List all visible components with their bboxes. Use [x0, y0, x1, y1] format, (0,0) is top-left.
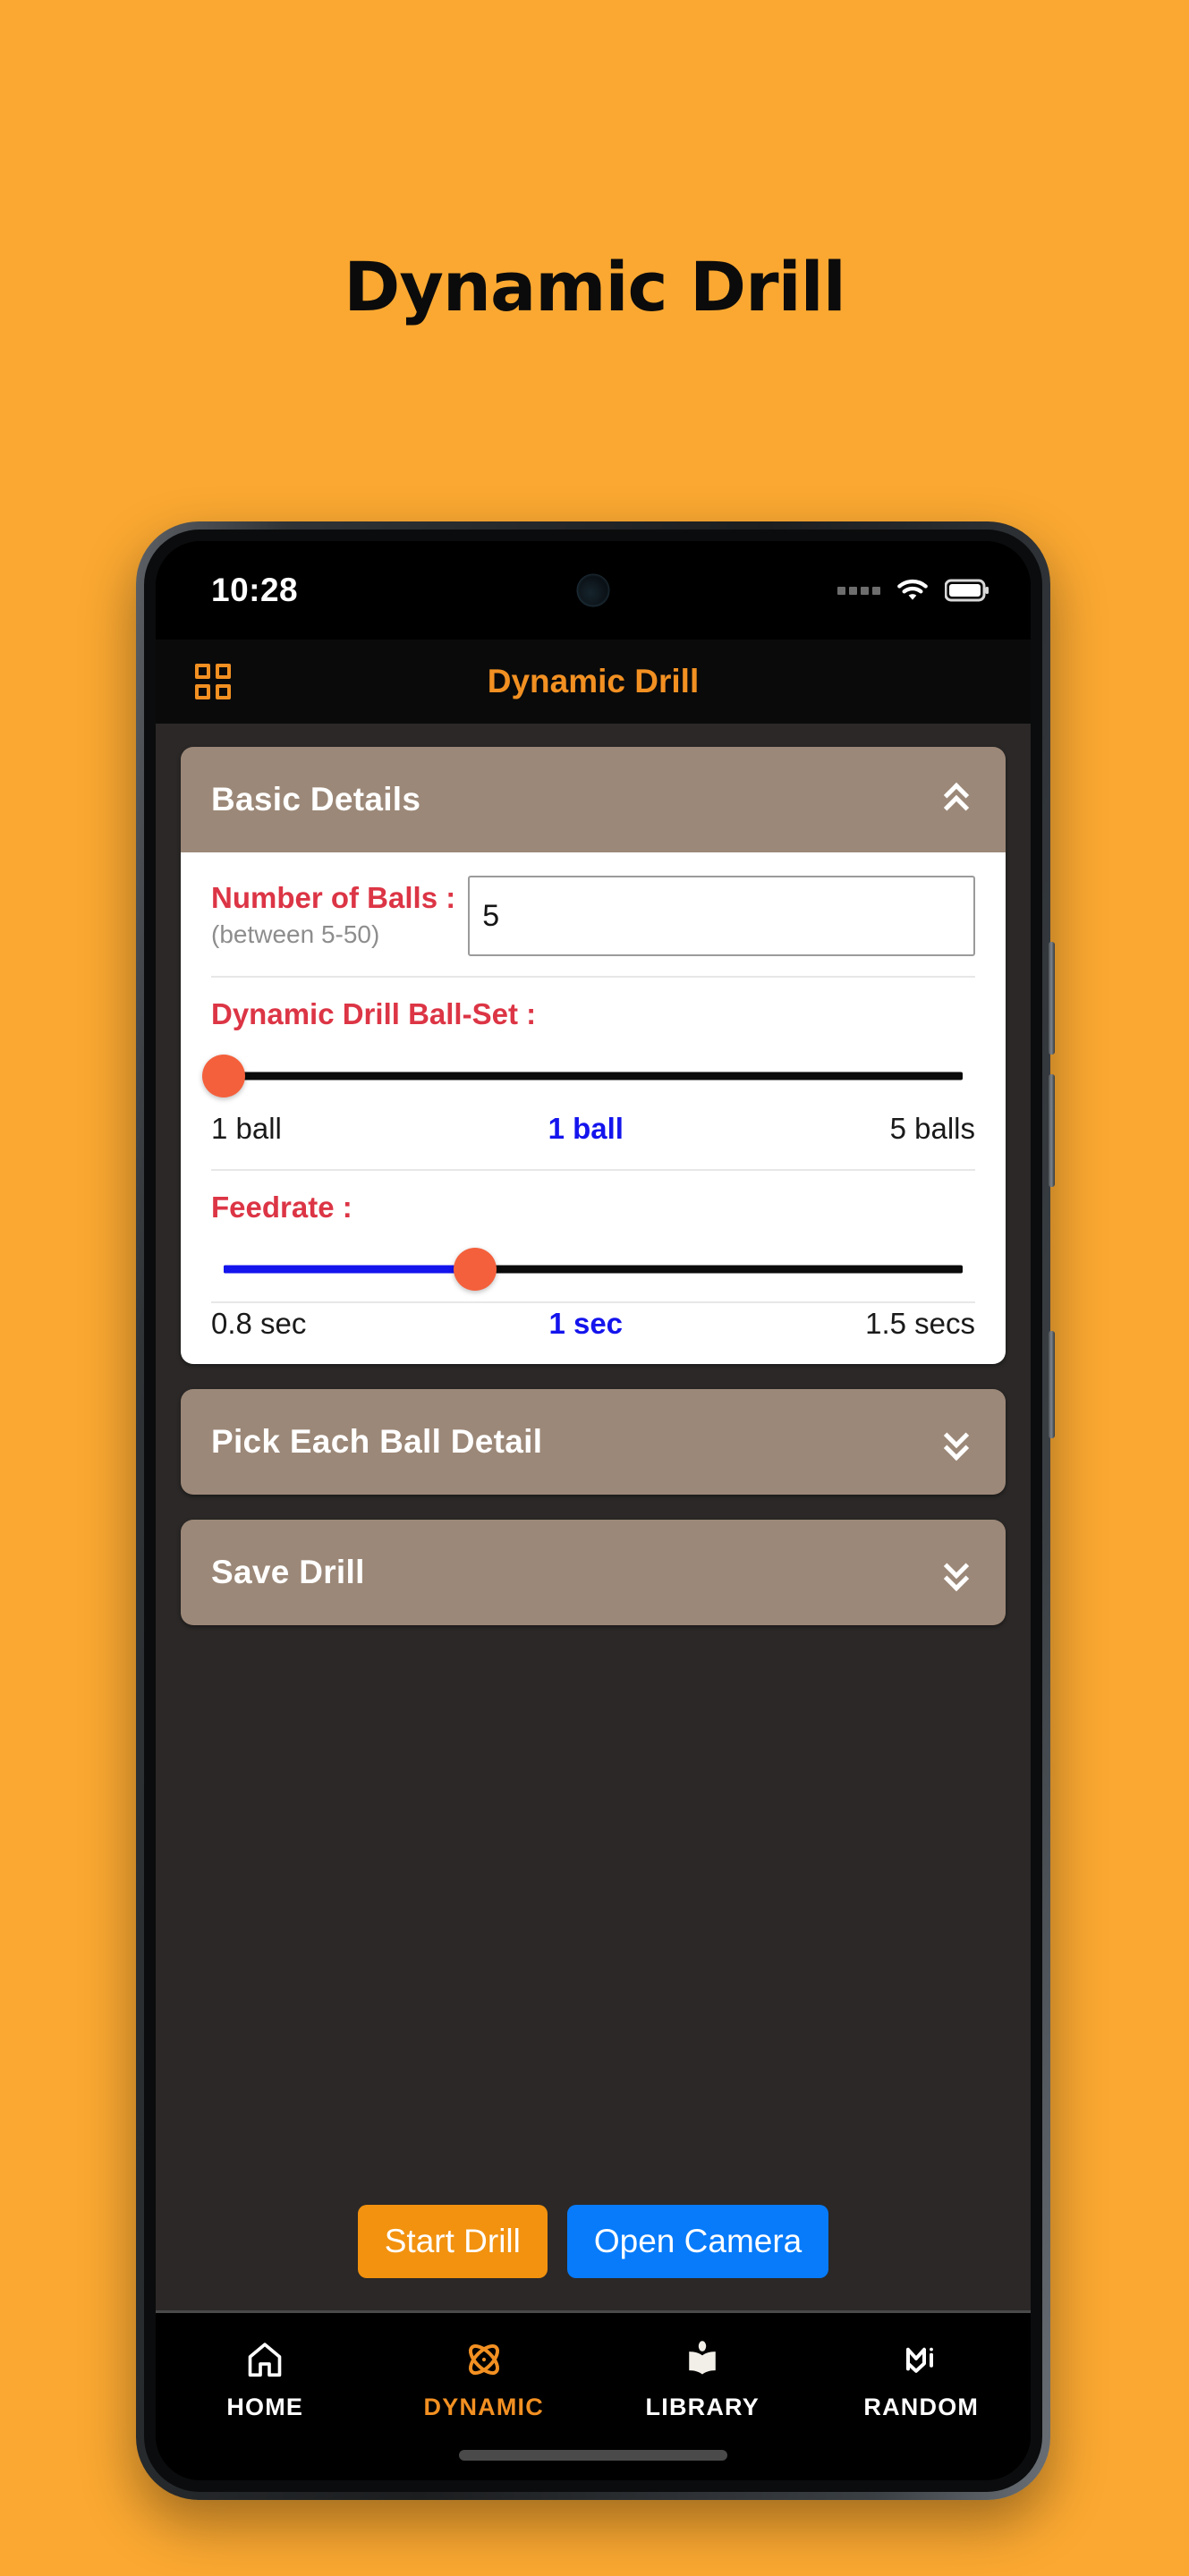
app-bar-title: Dynamic Drill [487, 663, 700, 699]
power-button[interactable] [1049, 1331, 1055, 1438]
card-title-save-drill: Save Drill [211, 1554, 365, 1590]
app-content: Basic Details Number of Balls : (between… [156, 724, 1031, 2310]
ball-set-slider-thumb[interactable] [202, 1055, 245, 1097]
book-icon [682, 2336, 723, 2383]
card-header-basic-details[interactable]: Basic Details [181, 747, 1006, 852]
grid-apps-icon[interactable] [195, 664, 231, 699]
volume-down-button[interactable] [1049, 1074, 1055, 1187]
ball-set-slider-labels: 1 ball 1 ball 5 balls [211, 1108, 975, 1160]
feedrate-slider-labels: 0.8 sec 1 sec 1.5 secs [211, 1301, 975, 1355]
number-of-balls-label: Number of Balls : [211, 881, 456, 914]
card-title-basic-details: Basic Details [211, 781, 421, 818]
nav-label-library: LIBRARY [645, 2394, 760, 2420]
status-bar: 10:28 [156, 541, 1031, 640]
card-body-basic-details: Number of Balls : (between 5-50) Dynamic… [181, 852, 1006, 1364]
feedrate-slider[interactable] [224, 1237, 963, 1301]
feedrate-value-label: 1 sec [548, 1307, 624, 1340]
phone-screen: 10:28 Dynamic Drill Basic Details Number… [156, 541, 1031, 2480]
feedrate-max-label: 1.5 secs [865, 1307, 975, 1340]
nav-label-home: HOME [226, 2394, 304, 2420]
chevron-double-down-icon[interactable] [943, 1422, 975, 1462]
nav-item-dynamic[interactable]: DYNAMIC [375, 2336, 594, 2421]
feedrate-label: Feedrate : [211, 1191, 352, 1224]
nav-label-dynamic: DYNAMIC [423, 2394, 544, 2420]
status-icons [837, 577, 989, 604]
feedrate-slider-fill [224, 1265, 475, 1274]
volume-up-button[interactable] [1049, 942, 1055, 1055]
feedrate-slider-block: Feedrate : 0.8 sec 1 sec 1.5 secs [211, 1169, 975, 1364]
app-bar: Dynamic Drill [156, 640, 1031, 724]
wifi-icon [897, 579, 928, 600]
card-save-drill: Save Drill [181, 1520, 1006, 1625]
phone-device-mockup: 10:28 Dynamic Drill Basic Details Number… [136, 521, 1055, 2500]
card-header-pick-each-ball-detail[interactable]: Pick Each Ball Detail [181, 1389, 1006, 1495]
number-of-balls-row: Number of Balls : (between 5-50) [211, 852, 975, 978]
card-basic-details: Basic Details Number of Balls : (between… [181, 747, 1006, 1364]
card-pick-each-ball-detail: Pick Each Ball Detail [181, 1389, 1006, 1495]
page-title: Dynamic Drill [344, 247, 846, 326]
nav-label-random: RANDOM [863, 2394, 980, 2420]
ball-set-slider-track [224, 1072, 963, 1080]
nav-item-home[interactable]: HOME [156, 2336, 375, 2421]
ball-set-max-label: 5 balls [889, 1112, 975, 1145]
mj-logo-icon [900, 2336, 943, 2383]
home-indicator[interactable] [459, 2450, 727, 2461]
ball-set-slider-block: Dynamic Drill Ball-Set : 1 ball 1 ball 5… [202, 978, 975, 1169]
number-of-balls-labels: Number of Balls : (between 5-50) [211, 876, 455, 949]
ball-set-min-label: 1 ball [211, 1112, 282, 1145]
nav-item-library[interactable]: LIBRARY [593, 2336, 812, 2421]
atom-icon [462, 2336, 506, 2383]
chevron-double-down-icon[interactable] [943, 1553, 975, 1592]
number-of-balls-input[interactable] [468, 876, 975, 956]
status-time: 10:28 [211, 572, 299, 608]
open-camera-button[interactable]: Open Camera [566, 2205, 829, 2278]
ball-set-label: Dynamic Drill Ball-Set : [211, 997, 537, 1030]
feedrate-slider-thumb[interactable] [453, 1248, 497, 1291]
number-of-balls-hint: (between 5-50) [211, 920, 380, 948]
signal-dots-icon [837, 586, 880, 595]
action-buttons: Start Drill Open Camera [181, 2205, 1006, 2310]
chevron-double-up-icon[interactable] [943, 782, 975, 821]
card-header-save-drill[interactable]: Save Drill [181, 1520, 1006, 1625]
ball-set-slider[interactable] [202, 1044, 963, 1108]
nav-item-random[interactable]: RANDOM [812, 2336, 1032, 2421]
start-drill-button[interactable]: Start Drill [357, 2205, 548, 2278]
feedrate-min-label: 0.8 sec [211, 1307, 307, 1340]
card-title-pick-each-ball-detail: Pick Each Ball Detail [211, 1423, 543, 1460]
home-icon [244, 2336, 285, 2383]
front-camera-icon [576, 573, 610, 607]
battery-full-icon [945, 579, 989, 602]
bottom-navigation: HOME DYNAMIC LIBRARY RANDOM [156, 2310, 1031, 2480]
ball-set-value-label: 1 ball [548, 1112, 624, 1145]
